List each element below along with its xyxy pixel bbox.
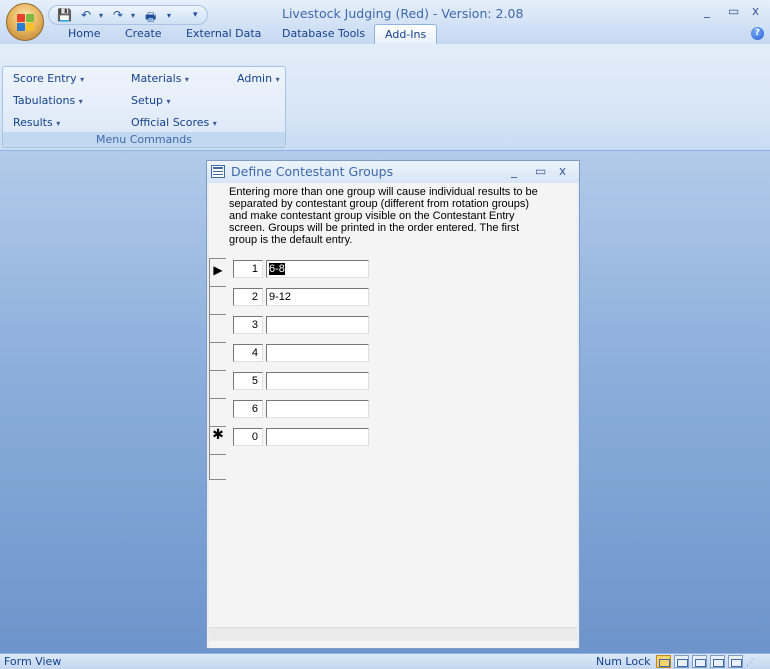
chevron-down-icon: ▾	[80, 75, 85, 84]
record-selector[interactable]	[210, 371, 226, 399]
define-contestant-groups-dialog: Define Contestant Groups _ ▭ x Entering …	[206, 160, 580, 649]
redo-dropdown-icon[interactable]: ▾	[131, 11, 135, 20]
record-selector[interactable]	[210, 399, 226, 427]
group-number-field[interactable]: 3	[233, 316, 263, 334]
redo-icon[interactable]: ↷	[113, 8, 123, 22]
resize-grip-icon[interactable]: ⋰	[746, 658, 755, 668]
dialog-title-bar[interactable]: Define Contestant Groups _ ▭ x	[207, 161, 579, 183]
undo-dropdown-icon[interactable]: ▾	[99, 11, 103, 20]
window-title: Livestock Judging (Red) - Version: 2.08	[282, 6, 524, 21]
menu-admin[interactable]: Admin ▾	[237, 72, 280, 85]
dialog-maximize-button[interactable]: ▭	[535, 164, 546, 178]
dialog-footer	[209, 627, 577, 641]
group-label: Menu Commands	[3, 132, 285, 147]
group-number-field[interactable]: 0	[233, 428, 263, 446]
menu-tabulations[interactable]: Tabulations ▾	[13, 94, 83, 107]
dialog-body: Entering more than one group will cause …	[209, 183, 577, 648]
tab-create[interactable]: Create	[125, 24, 162, 44]
status-bar: Form View Num Lock ⋰	[0, 653, 770, 669]
quick-access-toolbar: 💾 ↶ ▾ ↷ ▾ 🖶 ▾ ▾	[48, 5, 208, 25]
form-icon	[211, 165, 225, 178]
tab-home[interactable]: Home	[68, 24, 100, 44]
group-number-field[interactable]: 6	[233, 400, 263, 418]
group-name-field[interactable]	[266, 316, 369, 334]
chevron-down-icon: ▾	[78, 97, 83, 106]
chevron-down-icon: ▾	[212, 119, 217, 128]
pivotchart-view-icon[interactable]	[710, 655, 725, 668]
group-name-field[interactable]	[266, 400, 369, 418]
chevron-down-icon: ▾	[56, 119, 61, 128]
menu-commands-group: Score Entry ▾ Materials ▾ Admin ▾ Tabula…	[2, 66, 286, 148]
record-selector[interactable]	[210, 343, 226, 371]
form-view-icon[interactable]	[656, 655, 671, 668]
save-icon[interactable]: 💾	[57, 8, 72, 22]
customize-qat-icon[interactable]: ▾	[193, 10, 198, 20]
group-name-field[interactable]: 6-8	[266, 260, 369, 278]
datasheet-view-icon[interactable]	[674, 655, 689, 668]
group-number-field[interactable]: 2	[233, 288, 263, 306]
record-selector[interactable]: ▶	[210, 259, 226, 287]
menu-setup[interactable]: Setup ▾	[131, 94, 171, 107]
print-dropdown-icon[interactable]: ▾	[167, 11, 171, 20]
dialog-minimize-button[interactable]: _	[511, 164, 517, 178]
record-selector-column: ▶ ✱	[209, 258, 226, 480]
undo-icon[interactable]: ↶	[81, 8, 91, 22]
chevron-down-icon: ▾	[166, 97, 171, 106]
pivottable-view-icon[interactable]	[692, 655, 707, 668]
dialog-description: Entering more than one group will cause …	[229, 186, 538, 246]
view-mode-label: Form View	[4, 655, 62, 668]
close-button[interactable]: x	[752, 4, 759, 18]
tab-add-ins[interactable]: Add-Ins	[374, 24, 438, 44]
dialog-close-button[interactable]: x	[559, 164, 566, 178]
dialog-title: Define Contestant Groups	[231, 164, 394, 179]
num-lock-indicator: Num Lock	[596, 655, 651, 668]
record-selector[interactable]	[210, 315, 226, 343]
group-name-field[interactable]	[266, 428, 369, 446]
group-name-field[interactable]: 9-12	[266, 288, 369, 306]
group-name-field[interactable]	[266, 372, 369, 390]
group-name-field[interactable]	[266, 344, 369, 362]
menu-official-scores[interactable]: Official Scores ▾	[131, 116, 217, 129]
group-number-field[interactable]: 5	[233, 372, 263, 390]
menu-materials[interactable]: Materials ▾	[131, 72, 189, 85]
design-view-icon[interactable]	[728, 655, 743, 668]
group-number-field[interactable]: 1	[233, 260, 263, 278]
chevron-down-icon: ▾	[184, 75, 189, 84]
chevron-down-icon: ▾	[275, 75, 280, 84]
group-number-field[interactable]: 4	[233, 344, 263, 362]
maximize-button[interactable]: ▭	[728, 4, 739, 18]
ribbon-tabs: Home Create External Data Database Tools…	[0, 24, 770, 44]
menu-results[interactable]: Results ▾	[13, 116, 60, 129]
menu-score-entry[interactable]: Score Entry ▾	[13, 72, 84, 85]
tab-database-tools[interactable]: Database Tools	[282, 24, 365, 44]
help-icon[interactable]: ?	[751, 27, 764, 40]
minimize-button[interactable]: _	[704, 4, 710, 18]
new-record-selector[interactable]: ✱	[210, 427, 226, 455]
tab-external-data[interactable]: External Data	[186, 24, 261, 44]
record-selector[interactable]	[210, 287, 226, 315]
